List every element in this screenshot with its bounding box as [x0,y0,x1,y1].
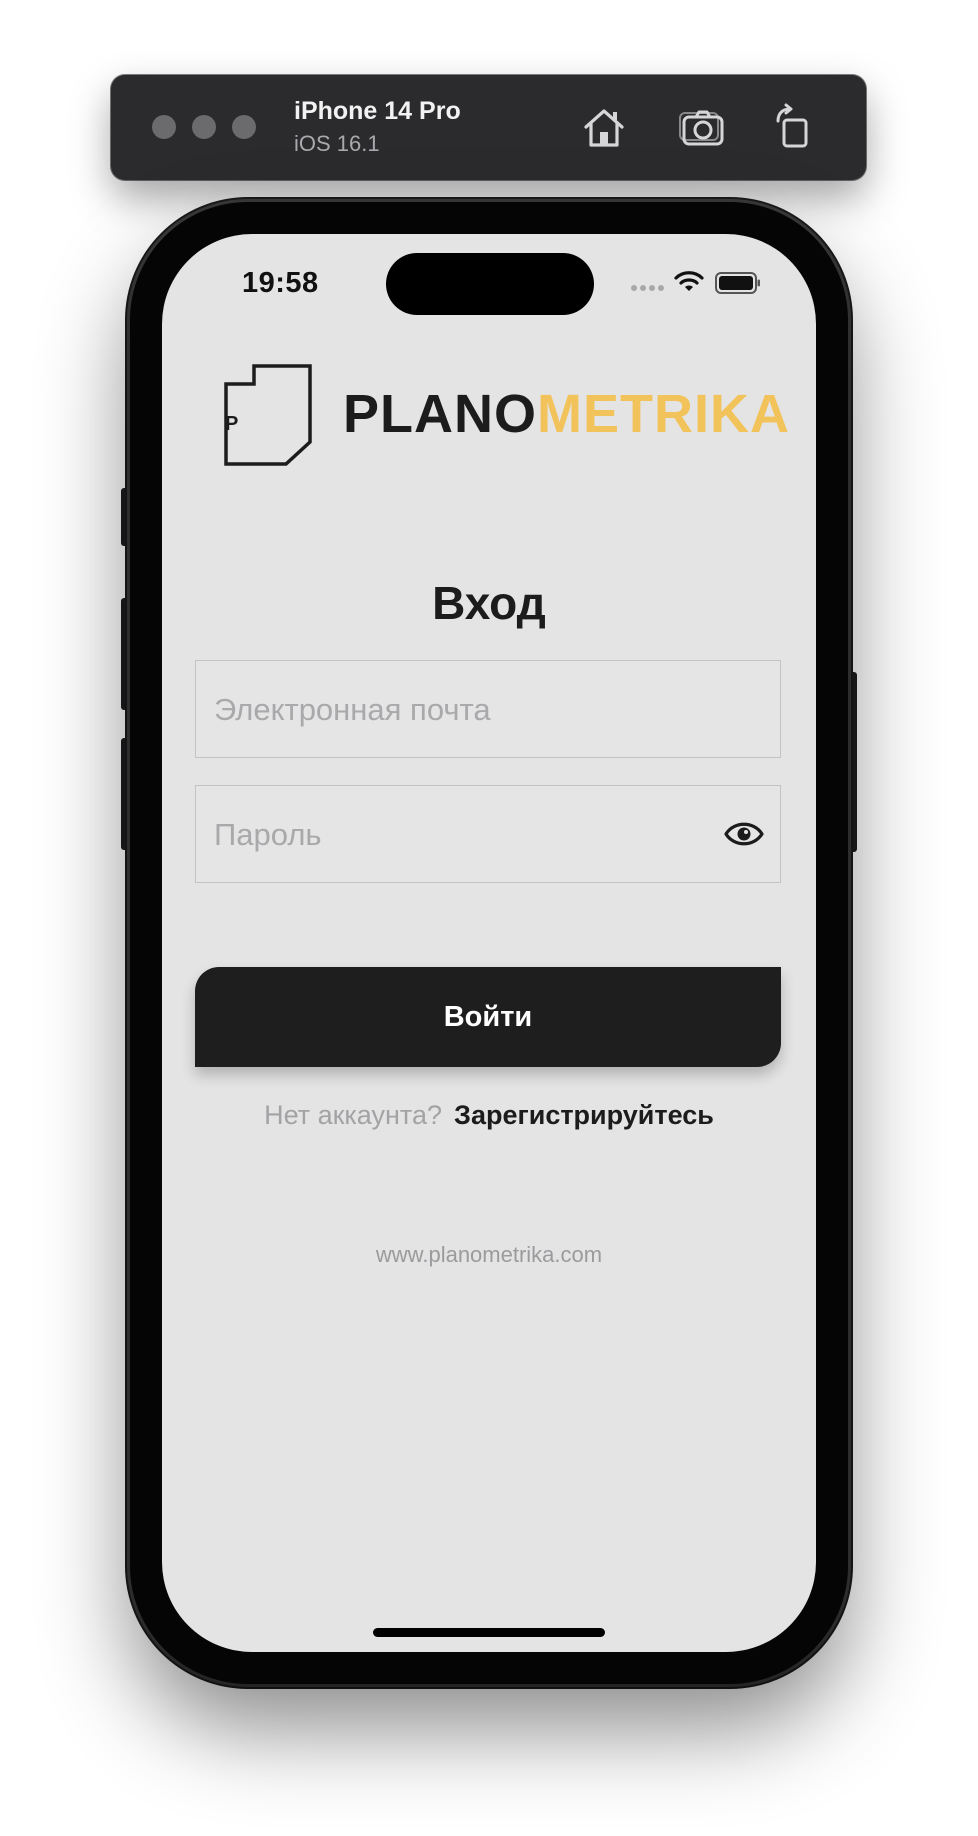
power-button[interactable] [847,672,857,852]
screenshot-icon[interactable] [679,103,727,151]
window-close-button[interactable] [152,115,176,139]
wifi-icon [674,271,704,291]
status-time: 19:58 [242,267,319,299]
rotate-icon[interactable] [769,103,817,151]
website-link[interactable]: www.planometrika.com [162,1242,816,1268]
register-prompt-row: Нет аккаунта? Зарегистрируйтесь [162,1100,816,1131]
os-version: iOS 16.1 [294,131,380,156]
password-field[interactable] [195,785,781,884]
planometrika-logo-icon: P [224,364,312,466]
login-button[interactable]: Войти [195,967,781,1067]
window-minimize-button[interactable] [192,115,216,139]
no-account-text: Нет аккаунта? [264,1100,443,1130]
password-input[interactable] [212,786,736,884]
brand-logo-text: PLANOMETRIKA [343,386,790,442]
eye-icon[interactable] [724,818,764,850]
window-zoom-button[interactable] [232,115,256,139]
phone-screen: 19:58 P PLANOMETRIKA Вход Войти [162,234,816,1652]
dynamic-island [386,253,594,315]
device-name: iPhone 14 Pro [294,97,461,125]
register-link[interactable]: Зарегистрируйтесь [454,1100,714,1130]
cellular-signal-icon [631,285,664,291]
battery-icon [715,272,760,294]
home-indicator[interactable] [373,1628,605,1637]
home-icon[interactable] [580,103,628,151]
simulator-toolbar: iPhone 14 Pro iOS 16.1 [111,75,866,180]
brand-name-part-1: PLANO [343,384,537,444]
page-title: Вход [432,577,546,629]
brand-name-part-2: METRIKA [537,384,790,444]
svg-text:P: P [225,413,238,435]
email-field[interactable] [195,660,781,759]
email-input[interactable] [212,661,736,759]
